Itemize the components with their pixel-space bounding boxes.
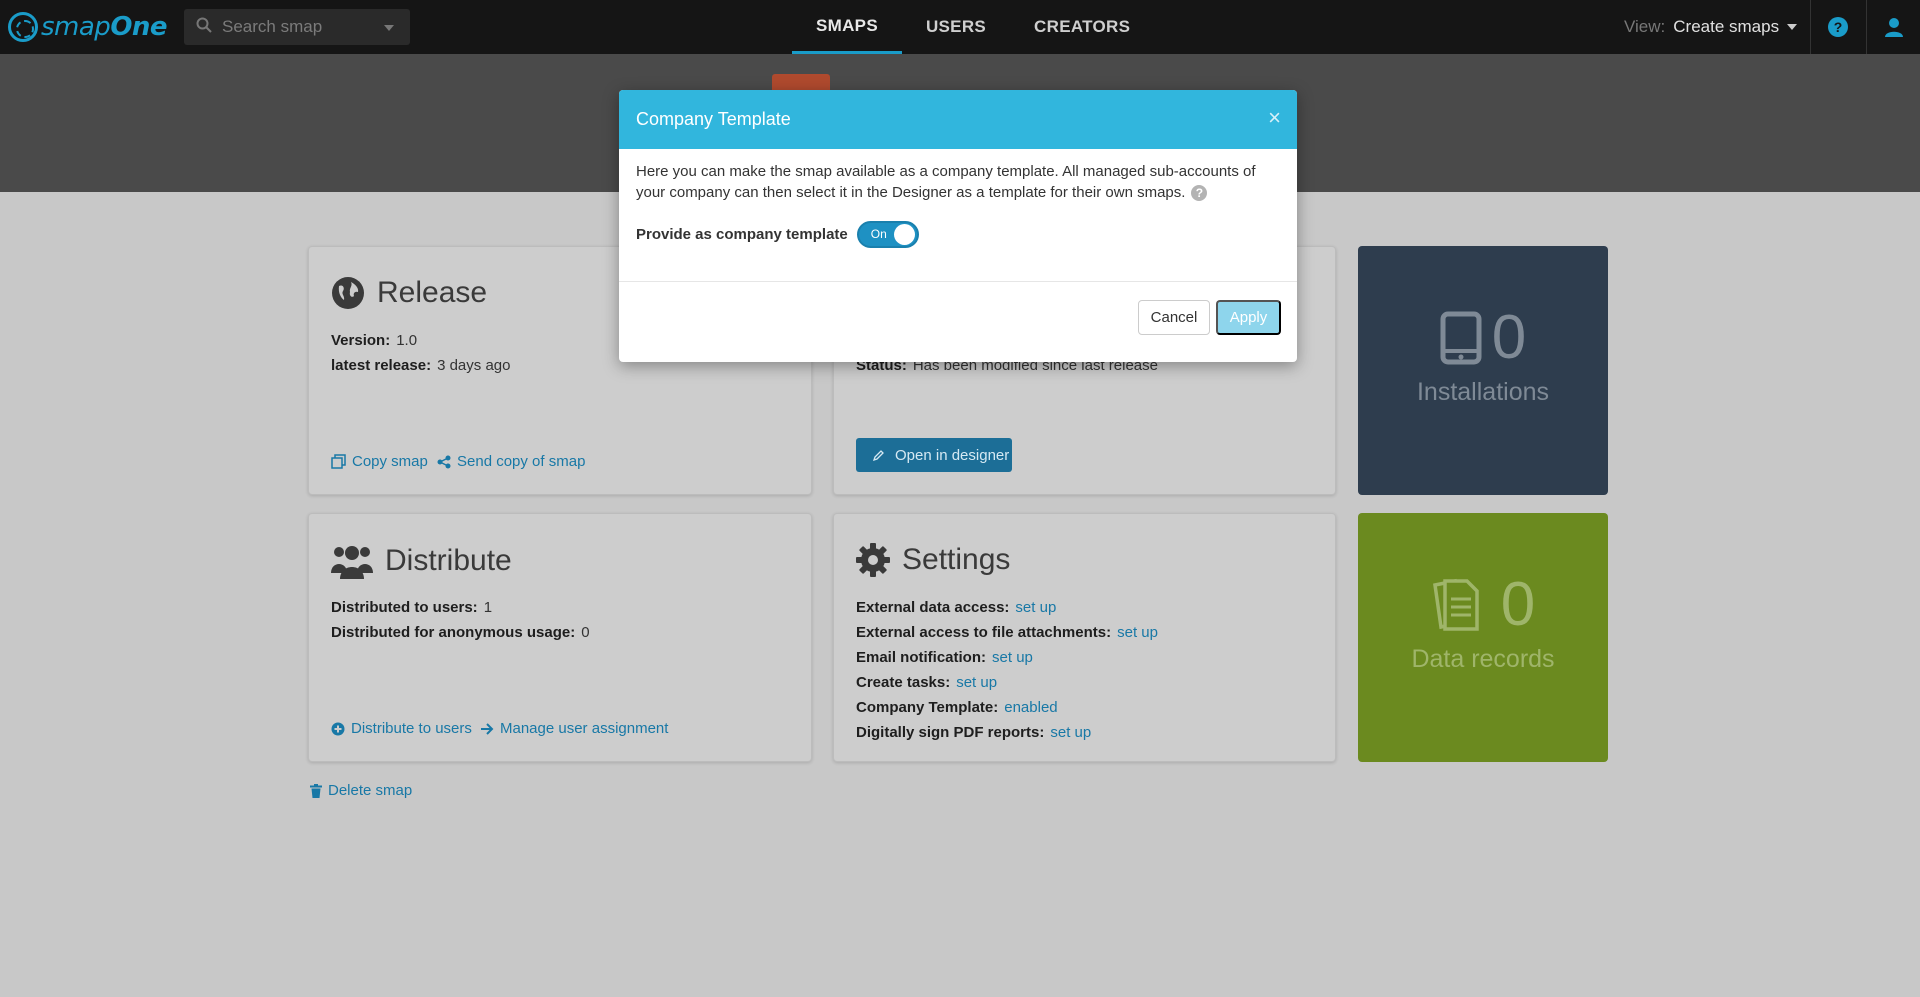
toggle-state-text: On (870, 227, 887, 241)
chevron-down-icon (1787, 24, 1798, 30)
toggle-knob (893, 224, 915, 245)
plus-circle-icon (331, 722, 345, 735)
installations-count: 0 (1491, 303, 1527, 372)
installations-label: Installations (1416, 378, 1550, 406)
search-icon (196, 17, 212, 38)
help-button[interactable]: ? (1811, 0, 1865, 54)
svg-text:?: ? (1834, 19, 1843, 35)
dialog-footer: Cancel Apply (619, 282, 1297, 362)
view-label: View: (1624, 17, 1666, 36)
setting-external-attachments: External access to file attachments: set … (856, 624, 1158, 641)
apply-button[interactable]: Apply (1216, 300, 1281, 335)
send-copy-link[interactable]: Send copy of smap (437, 453, 585, 470)
view-switcher[interactable]: View: Create smaps (1624, 0, 1798, 54)
company-template-dialog: Company Template × Here you can make the… (619, 90, 1297, 362)
documents-icon (1432, 578, 1479, 631)
search-dropdown-caret-icon[interactable] (384, 25, 394, 31)
release-title: Release (331, 276, 487, 310)
pencil-icon (872, 449, 884, 461)
dialog-description: Here you can make the smap available as … (636, 163, 1256, 202)
installations-tile[interactable]: 0 Installations (1358, 246, 1608, 495)
setting-external-data: External data access: set up (856, 599, 1057, 616)
close-icon[interactable]: × (1268, 106, 1281, 130)
data-records-label: Data records (1411, 645, 1555, 673)
data-records-count: 0 (1500, 570, 1536, 639)
manage-user-assignment-link[interactable]: Manage user assignment (480, 720, 668, 737)
release-version: Version: 1.0 (331, 332, 418, 349)
setting-create-tasks-link[interactable]: set up (956, 674, 997, 691)
setting-email-notification: Email notification: set up (856, 649, 1033, 666)
company-template-toggle-row: Provide as company template On (636, 221, 919, 248)
company-template-toggle[interactable]: On (856, 221, 919, 248)
setting-company-template-link[interactable]: enabled (1004, 699, 1057, 716)
release-latest: latest release: 3 days ago (331, 357, 511, 374)
installations-top: 0 (1440, 303, 1527, 372)
tab-users[interactable]: USERS (902, 0, 1010, 54)
tablet-icon (1440, 311, 1482, 365)
setting-create-tasks: Create tasks: set up (856, 674, 998, 691)
logo-text: smapOne (41, 12, 168, 42)
copy-icon (331, 454, 346, 469)
data-records-tile[interactable]: 0 Data records (1358, 513, 1608, 762)
dialog-header: Company Template × (619, 90, 1297, 149)
distributed-users: Distributed to users: 1 (331, 599, 493, 616)
trash-icon (310, 783, 322, 798)
share-icon (437, 455, 451, 468)
dialog-body: Here you can make the smap available as … (619, 149, 1297, 282)
main-nav-tabs: SMAPS USERS CREATORS (792, 0, 1154, 54)
delete-smap-link[interactable]: Delete smap (310, 782, 412, 799)
copy-smap-link[interactable]: Copy smap (331, 453, 428, 470)
top-navbar: smapOne SMAPS USERS CREATORS View: Creat… (0, 0, 1920, 54)
arrow-right-icon (481, 722, 494, 735)
smap-icon-badge (772, 74, 830, 90)
users-icon (331, 546, 373, 579)
tab-smaps[interactable]: SMAPS (792, 0, 902, 54)
user-icon (1885, 18, 1903, 37)
gear-icon (856, 543, 890, 577)
search-box[interactable] (184, 9, 410, 45)
data-records-top: 0 (1431, 570, 1536, 639)
setting-company-template: Company Template: enabled (856, 699, 1058, 716)
distribute-title: Distribute (331, 543, 512, 579)
smapone-logo[interactable]: smapOne (8, 9, 168, 45)
distribute-to-users-link[interactable]: Distribute to users (331, 720, 472, 737)
setting-external-attachments-link[interactable]: set up (1117, 624, 1158, 641)
setting-sign-pdf-link[interactable]: set up (1050, 724, 1091, 741)
settings-title: Settings (856, 543, 1010, 577)
tab-creators[interactable]: CREATORS (1010, 0, 1154, 54)
setting-external-data-link[interactable]: set up (1015, 599, 1056, 616)
help-icon: ? (1828, 17, 1848, 37)
user-menu-button[interactable] (1867, 0, 1920, 54)
search-input[interactable] (222, 17, 382, 37)
open-in-designer-button[interactable]: Open in designer (856, 438, 1012, 472)
globe-icon (332, 277, 364, 309)
help-icon[interactable]: ? (1191, 185, 1208, 202)
setting-email-notification-link[interactable]: set up (992, 649, 1033, 666)
distributed-anonymous: Distributed for anonymous usage: 0 (331, 624, 590, 641)
dialog-title: Company Template (636, 109, 791, 129)
cancel-button[interactable]: Cancel (1138, 300, 1210, 335)
toggle-label: Provide as company template (636, 226, 848, 243)
view-value[interactable]: Create smaps (1673, 17, 1779, 37)
setting-sign-pdf: Digitally sign PDF reports: set up (856, 724, 1092, 741)
logo-icon (8, 12, 38, 42)
